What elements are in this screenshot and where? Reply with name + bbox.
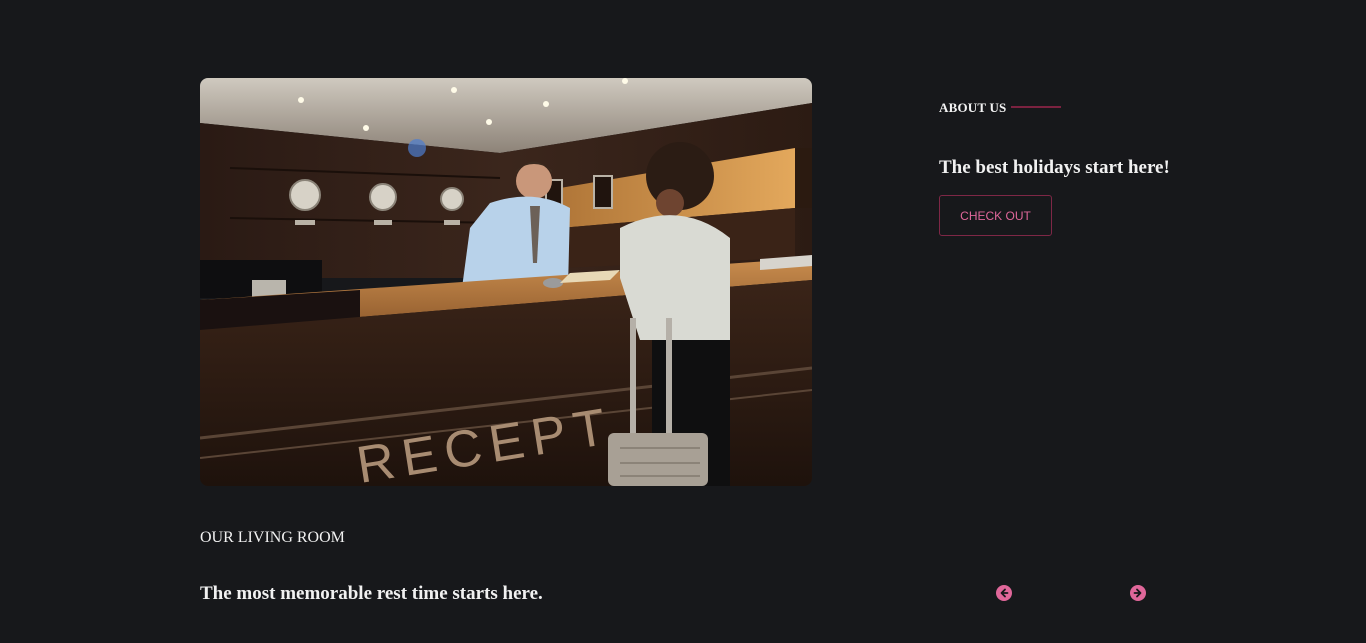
about-title: The best holidays start here! <box>939 157 1170 178</box>
carousel-next-button[interactable] <box>1130 585 1146 601</box>
reception-photo: RECEPT <box>200 78 812 486</box>
about-eyebrow: ABOUT US <box>939 98 1279 118</box>
about-section: ABOUT US The best holidays start here! C… <box>939 98 1279 236</box>
hero-image: RECEPT <box>200 78 812 486</box>
arrow-right-circle-icon <box>1133 588 1142 598</box>
arrow-left-circle-icon <box>1000 588 1009 598</box>
living-room-title: The most memorable rest time starts here… <box>200 583 543 604</box>
accent-divider <box>1011 106 1062 108</box>
check-out-button[interactable]: CHECK OUT <box>939 195 1052 236</box>
living-room-eyebrow: OUR LIVING ROOM <box>200 529 345 546</box>
carousel-prev-button[interactable] <box>996 585 1012 601</box>
about-eyebrow-label: ABOUT US <box>939 100 1007 115</box>
